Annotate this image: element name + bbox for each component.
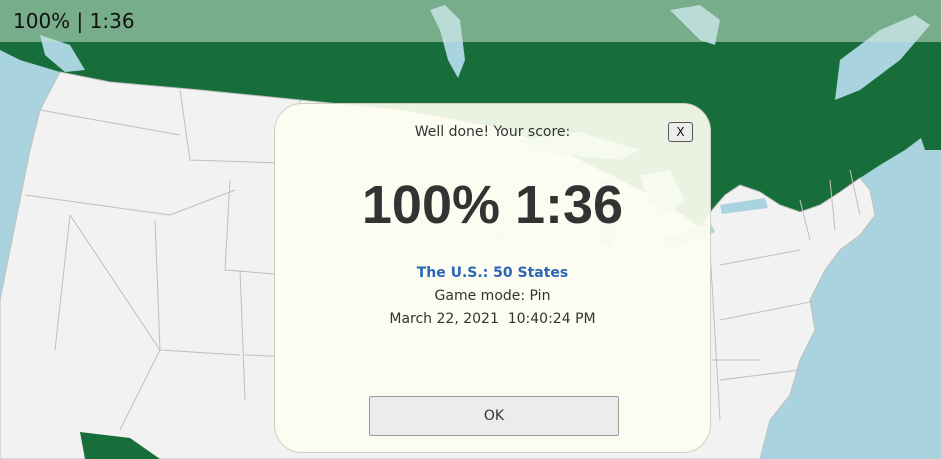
score-time: 1:36 xyxy=(89,9,135,33)
ok-button[interactable]: OK xyxy=(369,396,619,436)
quiz-name-link[interactable]: The U.S.: 50 States xyxy=(275,265,710,281)
final-score: 100% 1:36 xyxy=(361,175,624,235)
dialog-heading: Well done! Your score: xyxy=(414,124,571,140)
game-stage: 100% | 1:36 Well done! Your score: X 100… xyxy=(0,0,941,459)
score-readout: 100% | 1:36 xyxy=(13,9,135,33)
status-bar: 100% | 1:36 xyxy=(0,0,941,42)
score-percent: 100% xyxy=(13,9,71,33)
score-separator: | xyxy=(76,9,84,33)
completion-timestamp: March 22, 2021 10:40:24 PM xyxy=(389,311,596,327)
game-mode-label: Game mode: Pin xyxy=(434,288,551,304)
close-button[interactable]: X xyxy=(668,122,693,142)
score-dialog: Well done! Your score: X 100% 1:36 The U… xyxy=(274,103,711,453)
